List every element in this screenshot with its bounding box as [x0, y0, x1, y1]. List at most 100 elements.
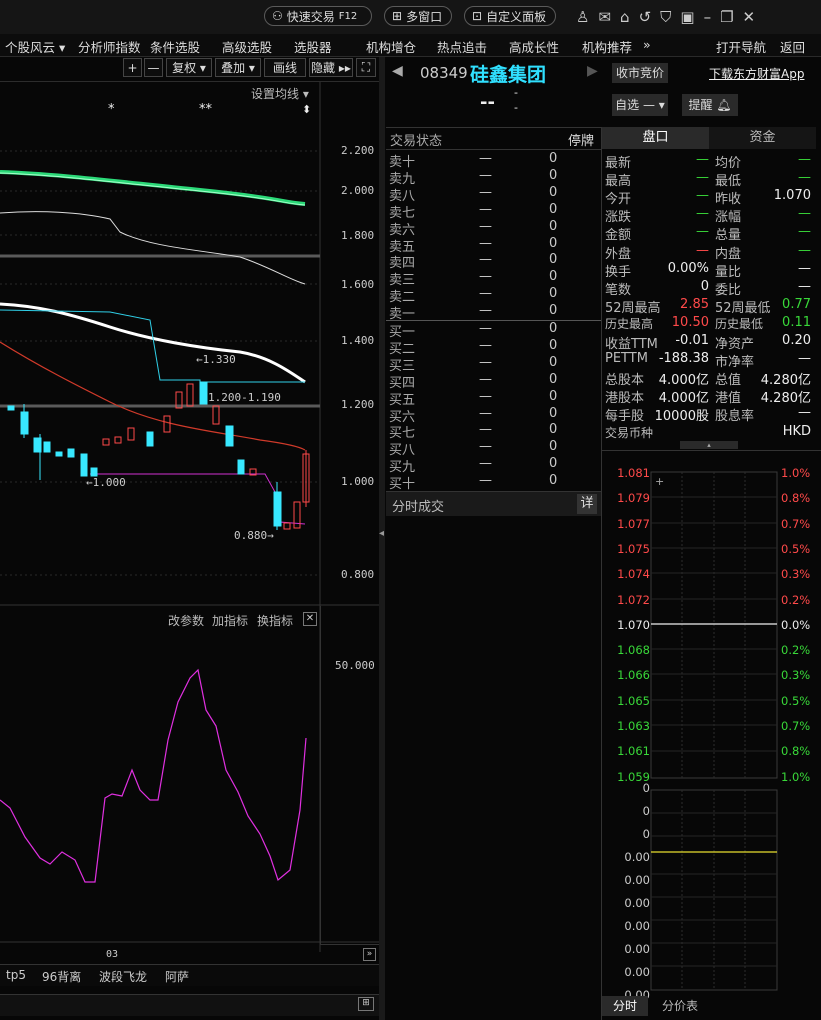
- expand-panel-icon[interactable]: ⊞: [358, 997, 374, 1011]
- menu-more-icon[interactable]: »: [643, 37, 651, 52]
- quote-value: 4.000亿: [658, 373, 709, 389]
- level-volume: 0: [549, 337, 558, 353]
- pct-axis-tick: 0.3%: [781, 567, 811, 582]
- draw-line-button[interactable]: 画线: [264, 58, 306, 77]
- indicator-tab[interactable]: 96背离: [42, 968, 81, 985]
- menu-back[interactable]: 返回: [780, 37, 805, 56]
- ma-line-green: [0, 170, 306, 206]
- level-price: —: [479, 371, 492, 387]
- menu-item-institution-add[interactable]: 机构增仓: [366, 37, 416, 56]
- pct-axis-tick: 1.0%: [781, 466, 811, 480]
- volume-axis-tick: 0.00: [624, 942, 650, 956]
- price-axis-tick: 1.066: [617, 668, 650, 683]
- minimize-icon[interactable]: –: [704, 8, 721, 26]
- level-price: —: [479, 184, 492, 200]
- prev-stock-icon[interactable]: ◀: [392, 63, 403, 79]
- tab-funds[interactable]: 资金: [709, 127, 816, 149]
- volume-axis-tick: 0.00: [624, 919, 650, 933]
- detail-button[interactable]: 详: [577, 494, 597, 514]
- zoom-in-button[interactable]: +: [123, 58, 142, 77]
- gap-annotation: 1.200-1.190: [208, 391, 281, 404]
- level-volume: 0: [549, 473, 558, 489]
- level-price: —: [479, 321, 492, 336]
- menu-item-analyst-index[interactable]: 分析师指数: [78, 37, 141, 56]
- price-axis-tick: 1.063: [617, 719, 650, 733]
- menu-item-institution-recommend[interactable]: 机构推荐: [582, 37, 632, 56]
- quote-value: 0.77: [782, 296, 811, 312]
- indicator-tab[interactable]: 阿萨: [165, 968, 189, 985]
- price-change: -: [514, 86, 518, 99]
- tab-quote[interactable]: 盘口: [602, 127, 709, 149]
- level-price: —: [479, 269, 492, 285]
- menu-item-condition-select[interactable]: 条件选股: [150, 37, 200, 56]
- quote-value: —: [798, 242, 811, 258]
- switch-indicator-button[interactable]: 换指标: [257, 612, 293, 629]
- level-volume: 0: [549, 303, 558, 319]
- collapse-arrow-icon[interactable]: ◂: [379, 528, 384, 539]
- menu-item-hot-chase[interactable]: 热点追击: [437, 37, 487, 56]
- restore-icon[interactable]: ▣: [680, 8, 703, 26]
- pct-axis-tick: 0.0%: [781, 617, 811, 632]
- fullscreen-icon[interactable]: ⛶: [356, 58, 376, 77]
- remind-button[interactable]: 提醒 🔔︎: [682, 94, 738, 116]
- tab-price-table[interactable]: 分价表: [652, 996, 708, 1016]
- maximize-icon[interactable]: ❐: [720, 8, 742, 26]
- level-volume: 0: [549, 354, 558, 370]
- overlay-dropdown[interactable]: 叠加 ▾: [215, 58, 261, 77]
- zoom-out-button[interactable]: —: [144, 58, 163, 77]
- price-axis-tick: 1.061: [617, 744, 650, 759]
- pct-axis-tick: 0.8%: [781, 744, 811, 759]
- volume-axis-tick: 0.00: [624, 850, 650, 864]
- level-price: —: [479, 167, 492, 183]
- collapse-quote-icon[interactable]: ▴: [680, 441, 738, 449]
- level-volume: 0: [549, 286, 558, 302]
- close-indicator-icon[interactable]: ✕: [303, 612, 317, 626]
- quote-value: —: [696, 152, 709, 167]
- custom-panel-button[interactable]: ⊡ 自定义面板: [464, 6, 556, 26]
- back-icon[interactable]: ↺: [639, 8, 661, 26]
- price-change-pct: -: [514, 101, 518, 114]
- price-axis-tick: 1.077: [617, 516, 650, 531]
- menu-item-gegufengyun[interactable]: 个股风云 ▾: [5, 37, 65, 56]
- quick-trade-button[interactable]: ⚇ 快速交易 F12: [264, 6, 372, 26]
- quote-value: 0: [700, 278, 709, 294]
- menu-item-high-growth[interactable]: 高成长性: [509, 37, 559, 56]
- indicator-tab[interactable]: 波段飞龙: [99, 968, 147, 985]
- quote-value: —: [696, 242, 709, 258]
- hide-button[interactable]: 隐藏 ▸▸: [309, 58, 353, 77]
- shirt-icon[interactable]: ⛉: [660, 8, 680, 26]
- menu-item-selector[interactable]: 选股器: [294, 37, 332, 56]
- scroll-right-icon[interactable]: »: [363, 948, 376, 961]
- add-indicator-button[interactable]: 加指标: [212, 612, 248, 629]
- price-axis-tick: 1.079: [617, 491, 650, 506]
- time-sales-label: 分时成交: [392, 500, 445, 515]
- next-stock-icon[interactable]: ▶: [587, 63, 598, 79]
- low-annotation: ←1.000: [86, 476, 126, 489]
- home-icon[interactable]: ⌂: [620, 8, 639, 26]
- multi-window-button[interactable]: ⊞ 多窗口: [384, 6, 452, 26]
- close-icon[interactable]: ✕: [743, 8, 765, 26]
- volume-axis-tick: 0.00: [624, 965, 650, 979]
- tab-intraday[interactable]: 分时: [602, 996, 648, 1016]
- quote-value: —: [798, 206, 811, 222]
- level-volume: 0: [549, 405, 558, 421]
- quote-value: —: [798, 278, 811, 294]
- market-close-bid-button[interactable]: 收市竞价: [612, 63, 668, 83]
- watchlist-dropdown[interactable]: 自选 — ▾: [612, 94, 668, 116]
- download-app-link[interactable]: 下载东方财富App: [709, 65, 804, 82]
- k-line-chart[interactable]: [0, 82, 379, 952]
- level-volume: 0: [549, 456, 558, 472]
- modify-params-button[interactable]: 改参数: [168, 612, 204, 629]
- menu-item-advanced-select[interactable]: 高级选股: [222, 37, 272, 56]
- mail-icon[interactable]: ✉: [598, 8, 620, 26]
- quote-value: -0.01: [675, 333, 709, 348]
- quote-value: 0.11: [782, 314, 811, 330]
- restore-rights-dropdown[interactable]: 复权 ▾: [166, 58, 212, 77]
- high-annotation: ←1.330: [196, 353, 236, 366]
- level-price: —: [479, 405, 492, 421]
- indicator-tab[interactable]: tp5: [6, 968, 26, 982]
- menu-open-nav[interactable]: 打开导航: [716, 37, 766, 56]
- level-price: —: [479, 252, 492, 268]
- price-tick: 1.200: [341, 398, 375, 411]
- user-icon[interactable]: ♙: [576, 8, 598, 26]
